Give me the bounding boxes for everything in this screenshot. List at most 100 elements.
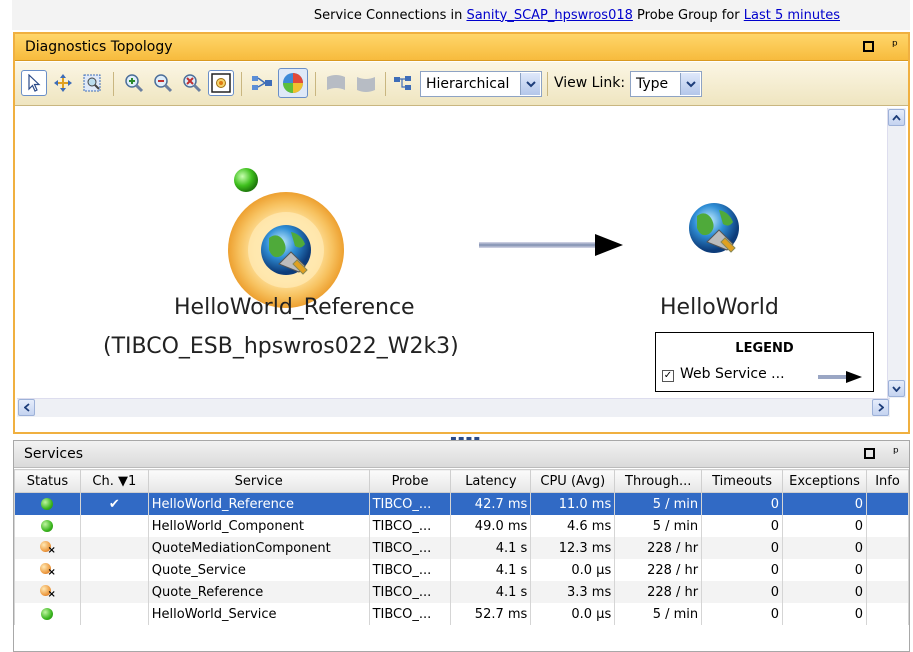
cell-throughput: 228 / hr — [614, 537, 703, 559]
column-header-exceptions[interactable]: Exceptions — [782, 469, 867, 493]
latency-value: 49.0 ms — [474, 518, 528, 534]
scroll-left-icon[interactable] — [18, 399, 35, 416]
zoom-in-icon[interactable] — [121, 70, 147, 96]
cell-status — [14, 492, 81, 515]
cell-latency: 42.7 ms — [450, 492, 532, 515]
latency-value: 42.7 ms — [474, 496, 528, 512]
pin-icon[interactable]: ᵖ — [893, 446, 899, 460]
zoom-out-icon[interactable] — [150, 70, 176, 96]
column-header-timeouts[interactable]: Timeouts — [701, 469, 784, 493]
cell-probe: TIBCO_... — [368, 537, 452, 559]
service-value: QuoteMediationComponent — [151, 540, 331, 556]
cpu-value: 0.0 µs — [571, 606, 612, 622]
cell-info — [866, 603, 909, 625]
probe-group-link[interactable]: Sanity_SCAP_hpswros018 — [466, 8, 632, 23]
expand-group-icon[interactable] — [353, 70, 379, 96]
pin-icon[interactable]: ᵖ — [892, 39, 898, 53]
table-row[interactable]: × QuoteMediationComponent TIBCO_... 4.1 s 12… — [14, 537, 909, 559]
throughput-value: 228 / hr — [647, 540, 699, 556]
services-panel: Services ᵖ Status Ch. ▼1 Service Probe L… — [13, 440, 910, 652]
legend-checkbox[interactable]: ✓ — [662, 370, 674, 382]
zoom-reset-icon[interactable] — [179, 70, 205, 96]
time-range-link[interactable]: Last 5 minutes — [744, 8, 840, 23]
cell-latency: 4.1 s — [450, 537, 532, 559]
cell-service: HelloWorld_Reference — [147, 492, 370, 515]
scroll-right-icon[interactable] — [872, 399, 889, 416]
column-header-throughput[interactable]: Through... — [614, 469, 703, 493]
cell-info — [866, 492, 909, 515]
column-header-service[interactable]: Service — [147, 469, 370, 493]
exceptions-value: 0 — [854, 518, 863, 534]
services-title: Services — [24, 446, 84, 462]
node-label-helloworld[interactable]: HelloWorld — [660, 295, 779, 320]
column-header-changed[interactable]: Ch. ▼1 — [79, 469, 149, 493]
view-link-select[interactable]: Type — [630, 71, 702, 97]
table-row[interactable]: HelloWorld_Service TIBCO_... 52.7 ms 0.0 µs… — [14, 603, 909, 625]
maximize-icon[interactable] — [864, 447, 875, 459]
zoom-region-icon[interactable] — [79, 70, 105, 96]
cell-service: Quote_Reference — [147, 581, 370, 603]
context-prefix: Service Connections in — [313, 7, 467, 23]
scroll-down-icon[interactable] — [888, 380, 905, 397]
throughput-value: 228 / hr — [647, 562, 699, 578]
maximize-icon[interactable] — [863, 40, 874, 52]
node-color-icon[interactable] — [278, 68, 308, 98]
service-value: HelloWorld_Component — [151, 518, 304, 534]
cell-timeouts: 0 — [701, 559, 784, 581]
fit-to-window-icon[interactable] — [208, 70, 234, 96]
table-row[interactable]: ✔ HelloWorld_Reference TIBCO_... 42.7 ms 11.… — [14, 492, 909, 515]
cell-changed: ✔ — [79, 492, 149, 515]
status-ok-icon — [41, 520, 54, 532]
column-header-cpu[interactable]: CPU (Avg) — [530, 469, 616, 493]
cell-throughput: 5 / min — [614, 492, 703, 515]
collapse-group-icon[interactable] — [323, 70, 349, 96]
web-service-globe-icon[interactable] — [689, 203, 739, 253]
layout-icon[interactable] — [390, 70, 416, 96]
cell-service: Quote_Service — [147, 559, 370, 581]
column-header-latency[interactable]: Latency — [450, 469, 532, 493]
table-row[interactable]: × Quote_Reference TIBCO_... 4.1 s 3.3 ms 228 … — [14, 581, 909, 603]
throughput-value: 5 / min — [652, 606, 699, 622]
cell-timeouts: 0 — [701, 492, 784, 515]
cell-cpu: 12.3 ms — [530, 537, 616, 559]
show-connections-icon[interactable] — [249, 70, 275, 96]
cell-info — [866, 537, 909, 559]
select-arrow-icon[interactable] — [21, 70, 47, 96]
layout-select[interactable]: Hierarchical — [420, 71, 542, 97]
cell-status — [14, 515, 81, 537]
table-row[interactable]: × Quote_Service TIBCO_... 4.1 s 0.0 µs 228 / … — [14, 559, 909, 581]
probe-value: TIBCO_... — [372, 584, 432, 600]
cpu-value: 11.0 ms — [558, 496, 612, 512]
table-row[interactable]: HelloWorld_Component TIBCO_... 49.0 ms 4.6 … — [14, 515, 909, 537]
topology-header: Diagnostics Topology ᵖ — [15, 34, 908, 61]
web-service-globe-icon[interactable] — [261, 225, 311, 275]
column-header-info[interactable]: Info — [866, 469, 909, 493]
chevron-down-icon[interactable] — [520, 73, 540, 95]
pan-icon[interactable] — [50, 70, 76, 96]
chevron-down-icon[interactable] — [680, 73, 700, 95]
column-header-status[interactable]: Status — [14, 469, 81, 493]
cpu-value: 0.0 µs — [571, 562, 612, 578]
cell-status: × — [14, 581, 81, 603]
connection-arrow[interactable] — [479, 234, 623, 256]
throughput-value: 5 / min — [652, 518, 699, 534]
node-label-helloworld-reference[interactable]: HelloWorld_Reference — [174, 295, 415, 320]
exceptions-value: 0 — [854, 496, 863, 512]
cpu-value: 12.3 ms — [558, 540, 612, 556]
cell-info — [866, 559, 909, 581]
vertical-scrollbar[interactable] — [887, 108, 906, 398]
throughput-value: 228 / hr — [647, 584, 699, 600]
changed-value: ✔ — [108, 496, 120, 512]
cell-service: HelloWorld_Service — [147, 603, 370, 625]
latency-value: 4.1 s — [495, 584, 528, 600]
column-header-probe[interactable]: Probe — [368, 469, 452, 493]
cell-timeouts: 0 — [701, 537, 784, 559]
legend-arrow-icon — [818, 371, 862, 383]
horizontal-scrollbar[interactable] — [17, 398, 890, 417]
latency-value: 4.1 s — [495, 562, 528, 578]
cell-throughput: 228 / hr — [614, 581, 703, 603]
scroll-up-icon[interactable] — [888, 109, 905, 126]
context-bar: Service Connections in Sanity_SCAP_hpswr… — [12, 0, 910, 30]
status-ok-icon — [41, 608, 54, 620]
cell-cpu: 3.3 ms — [530, 581, 616, 603]
